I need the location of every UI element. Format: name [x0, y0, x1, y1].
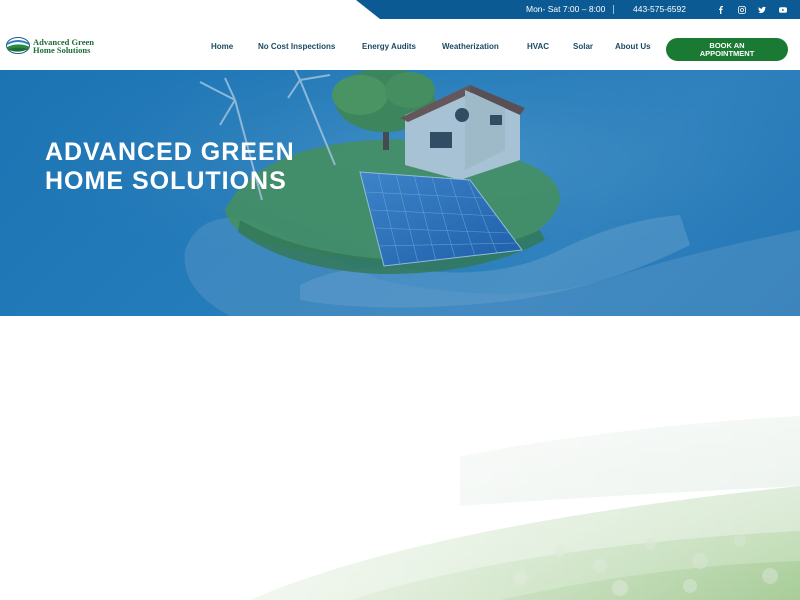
twitter-icon[interactable] [755, 3, 768, 16]
nav-weatherization[interactable]: Weatherization [442, 42, 499, 51]
site-logo[interactable]: Advanced Green Home Solutions [6, 37, 94, 54]
logo-emblem-icon [6, 37, 30, 54]
site-header: Advanced Green Home Solutions Home No Co… [0, 19, 800, 70]
facebook-icon[interactable] [714, 3, 727, 16]
hero-banner: ADVANCED GREEN HOME SOLUTIONS [0, 70, 800, 316]
hero-title-line1: ADVANCED GREEN [45, 138, 295, 166]
top-bar: Mon- Sat 7:00 – 8:00 443-575-6592 [0, 0, 800, 19]
nav-hvac[interactable]: HVAC [527, 42, 549, 51]
instagram-icon[interactable] [735, 3, 748, 16]
hero-title: ADVANCED GREEN HOME SOLUTIONS [45, 138, 385, 196]
business-hours: Mon- Sat 7:00 – 8:00 [526, 4, 606, 14]
nav-no-cost-inspections[interactable]: No Cost Inspections [258, 42, 335, 51]
nav-energy-audits[interactable]: Energy Audits [362, 42, 416, 51]
youtube-icon[interactable] [776, 3, 789, 16]
logo-text-line2: Home Solutions [33, 44, 91, 55]
phone-number[interactable]: 443-575-6592 [633, 0, 686, 19]
book-appointment-button[interactable]: BOOK AN APPOINTMENT [666, 38, 788, 61]
top-bar-divider [613, 5, 614, 14]
nav-about-us[interactable]: About Us [615, 42, 651, 51]
hero-title-line2: HOME SOLUTIONS [45, 167, 287, 195]
book-appointment-line2: APPOINTMENT [699, 48, 755, 58]
background-field-image [0, 316, 800, 600]
nav-solar[interactable]: Solar [573, 42, 593, 51]
nav-home[interactable]: Home [211, 42, 233, 51]
